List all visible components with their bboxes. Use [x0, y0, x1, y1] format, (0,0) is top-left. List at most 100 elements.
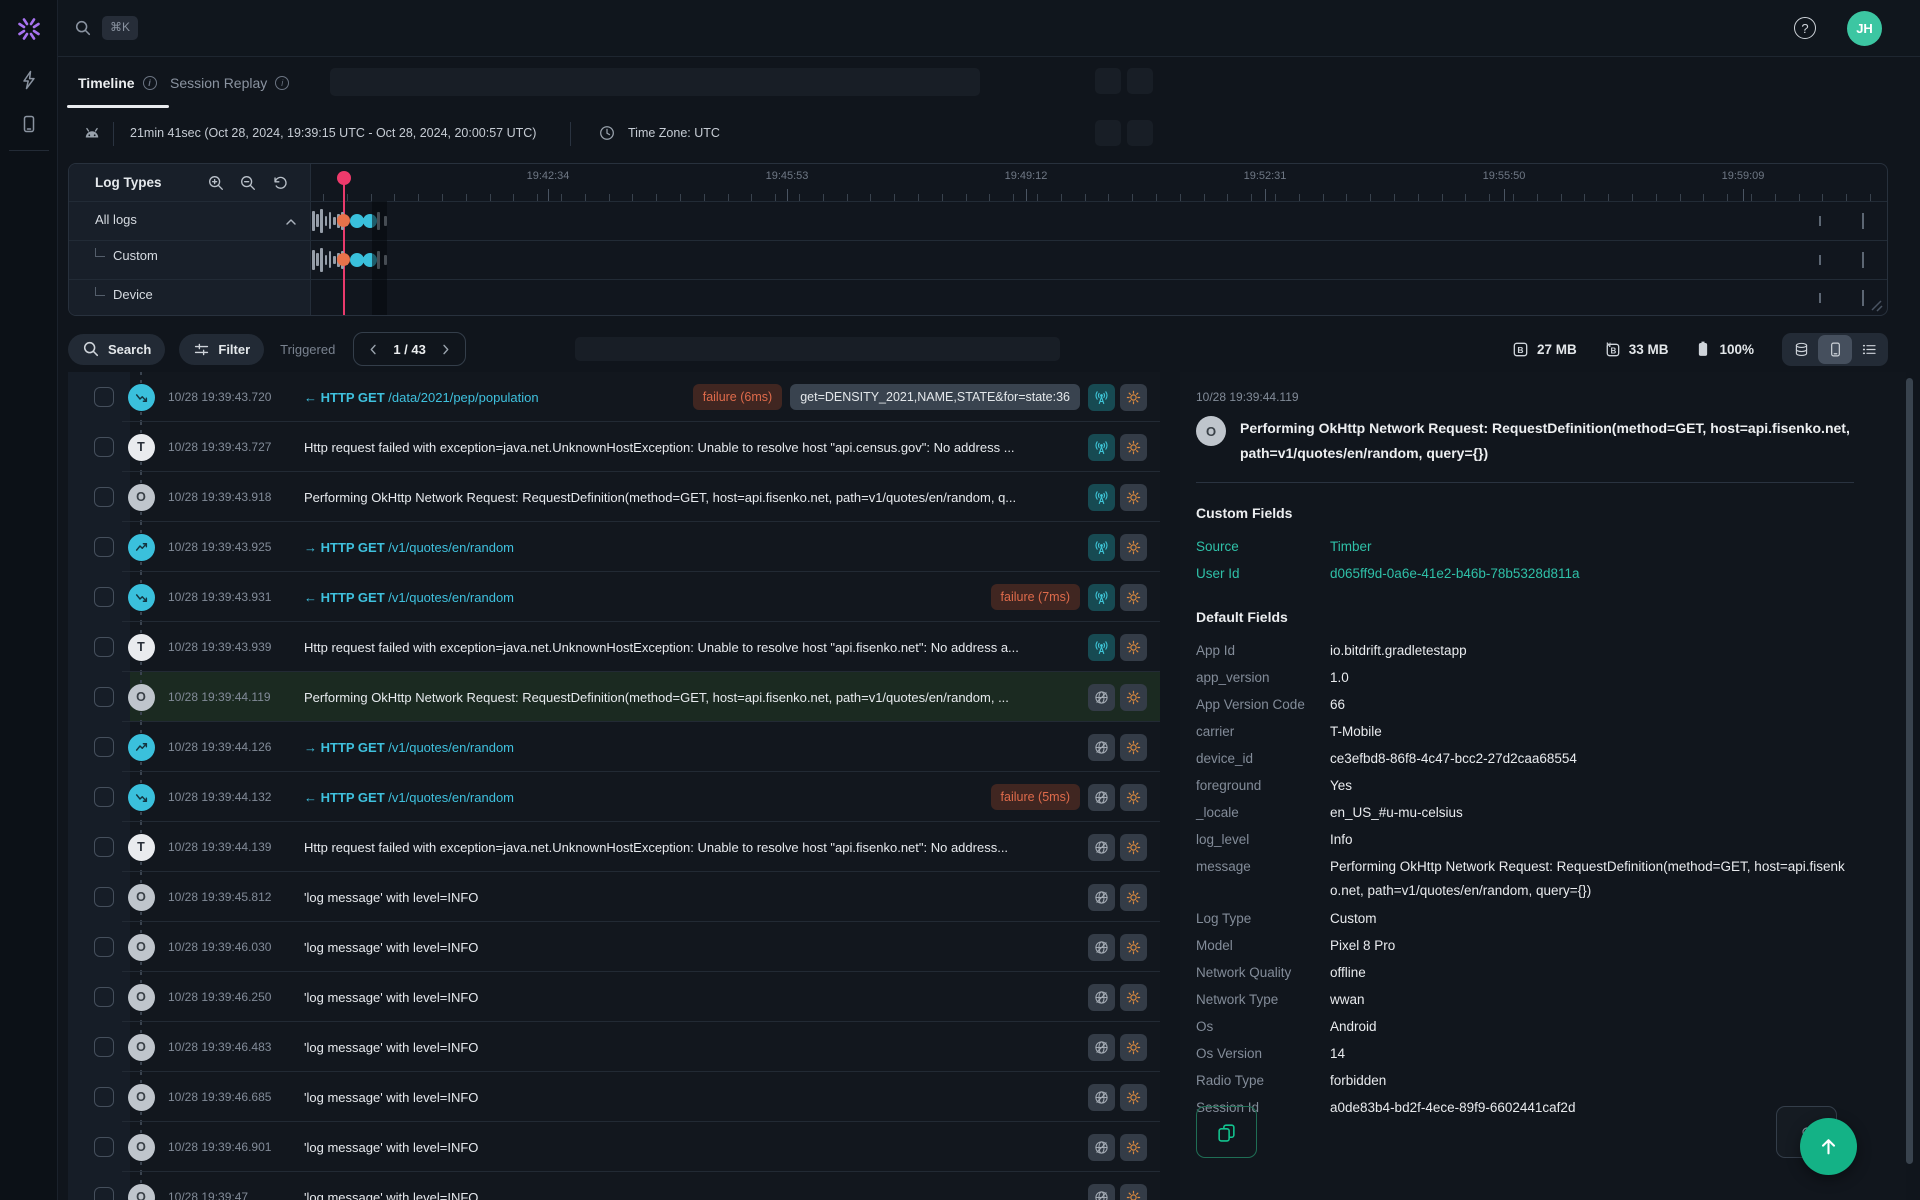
failure-badge[interactable]: failure (6ms) — [692, 384, 783, 410]
radio-tower-icon[interactable] — [1088, 583, 1115, 611]
row-checkbox[interactable] — [94, 887, 114, 907]
device-nav-icon[interactable] — [19, 114, 39, 136]
flash-nav-icon[interactable] — [19, 70, 39, 92]
globe-offline-icon[interactable] — [1088, 833, 1115, 861]
help-icon[interactable]: ? — [1794, 17, 1816, 39]
radio-tower-icon[interactable] — [1088, 483, 1115, 511]
globe-offline-icon[interactable] — [1088, 1083, 1115, 1111]
log-row[interactable]: O 10/28 19:39:46.901 'log message' with … — [68, 1122, 1160, 1172]
log-row[interactable]: O 10/28 19:39:45.812 'log message' with … — [68, 872, 1160, 922]
reset-zoom-icon[interactable] — [271, 174, 289, 192]
brightness-icon[interactable] — [1120, 683, 1147, 711]
brightness-icon[interactable] — [1120, 1033, 1147, 1061]
field-value[interactable]: Yes — [1330, 772, 1378, 799]
brightness-icon[interactable] — [1120, 533, 1147, 561]
field-value[interactable]: Info — [1330, 826, 1379, 853]
zoom-out-icon[interactable] — [239, 174, 257, 192]
globe-offline-icon[interactable] — [1088, 733, 1115, 761]
brightness-icon[interactable] — [1120, 1133, 1147, 1161]
resize-handle-icon[interactable] — [1869, 298, 1883, 312]
brightness-icon[interactable] — [1120, 833, 1147, 861]
avatar[interactable]: JH — [1847, 11, 1882, 46]
playhead-line[interactable] — [343, 178, 345, 315]
log-row[interactable]: T 10/28 19:39:43.939 Http request failed… — [68, 622, 1160, 672]
field-value[interactable]: Pixel 8 Pro — [1330, 932, 1421, 959]
brightness-icon[interactable] — [1120, 883, 1147, 911]
radio-tower-icon[interactable] — [1088, 383, 1115, 411]
field-value[interactable]: 66 — [1330, 691, 1371, 718]
row-checkbox[interactable] — [94, 437, 114, 457]
log-row[interactable]: 10/28 19:39:44.132 ← HTTP GET /v1/quotes… — [68, 772, 1160, 822]
row-checkbox[interactable] — [94, 737, 114, 757]
log-row[interactable]: 10/28 19:39:43.931 ← HTTP GET /v1/quotes… — [68, 572, 1160, 622]
brightness-icon[interactable] — [1120, 483, 1147, 511]
brightness-icon[interactable] — [1120, 583, 1147, 611]
field-value[interactable]: forbidden — [1330, 1067, 1412, 1094]
field-value[interactable]: a0de83b4-bd2f-4ece-89f9-6602441caf2d — [1330, 1094, 1601, 1121]
log-row[interactable]: 10/28 19:39:43.720 ← HTTP GET /data/2021… — [68, 372, 1160, 422]
globe-offline-icon[interactable] — [1088, 783, 1115, 811]
field-value[interactable]: 1.0 — [1330, 664, 1375, 691]
filter-button[interactable]: Filter — [179, 333, 265, 365]
radio-tower-icon[interactable] — [1088, 633, 1115, 661]
next-page-icon[interactable] — [438, 342, 453, 357]
field-value[interactable]: ce3efbd8-86f8-4c47-bcc2-27d2caa68554 — [1330, 745, 1603, 772]
row-checkbox[interactable] — [94, 487, 114, 507]
log-row[interactable]: T 10/28 19:39:44.139 Http request failed… — [68, 822, 1160, 872]
failure-badge[interactable]: failure (5ms) — [990, 784, 1080, 810]
field-value[interactable]: Custom — [1330, 905, 1403, 932]
globe-offline-icon[interactable] — [1088, 1133, 1115, 1161]
log-list[interactable]: 10/28 19:39:43.720 ← HTTP GET /data/2021… — [68, 372, 1160, 1200]
log-row[interactable]: O 10/28 19:39:46.685 'log message' with … — [68, 1072, 1160, 1122]
brightness-icon[interactable] — [1120, 783, 1147, 811]
row-checkbox[interactable] — [94, 587, 114, 607]
field-value[interactable]: Timber — [1330, 533, 1398, 560]
log-row[interactable]: 10/28 19:39:44.126 → HTTP GET /v1/quotes… — [68, 722, 1160, 772]
copy-button[interactable] — [1196, 1106, 1257, 1158]
field-value[interactable]: d065ff9d-0a6e-41e2-b46b-78b5328d811a — [1330, 560, 1605, 587]
row-checkbox[interactable] — [94, 687, 114, 707]
data-view-button[interactable] — [1784, 335, 1818, 364]
row-checkbox[interactable] — [94, 1087, 114, 1107]
brightness-icon[interactable] — [1120, 733, 1147, 761]
row-checkbox[interactable] — [94, 637, 114, 657]
globe-offline-icon[interactable] — [1088, 933, 1115, 961]
bitdrift-logo-icon[interactable] — [15, 15, 43, 43]
globe-offline-icon[interactable] — [1088, 1033, 1115, 1061]
brightness-icon[interactable] — [1120, 633, 1147, 661]
playhead-handle[interactable] — [337, 171, 351, 185]
field-value[interactable]: Android — [1330, 1013, 1403, 1040]
brightness-icon[interactable] — [1120, 933, 1147, 961]
field-value[interactable]: offline — [1330, 959, 1392, 986]
log-row[interactable]: O 10/28 19:39:46.250 'log message' with … — [68, 972, 1160, 1022]
row-checkbox[interactable] — [94, 787, 114, 807]
row-checkbox[interactable] — [94, 837, 114, 857]
log-row[interactable]: O 10/28 19:39:44.119 Performing OkHttp N… — [68, 672, 1160, 722]
globe-offline-icon[interactable] — [1088, 1183, 1115, 1200]
globe-offline-icon[interactable] — [1088, 983, 1115, 1011]
search-button[interactable]: Search — [68, 333, 166, 365]
field-value[interactable]: en_US_#u-mu-celsius — [1330, 799, 1489, 826]
log-row[interactable]: O 10/28 19:39:46.483 'log message' with … — [68, 1022, 1160, 1072]
timeline-row-all-logs[interactable]: All logs — [95, 212, 137, 227]
tab-timeline[interactable]: Timeline i — [67, 57, 169, 108]
row-checkbox[interactable] — [94, 1137, 114, 1157]
field-value[interactable]: T-Mobile — [1330, 718, 1408, 745]
zoom-in-icon[interactable] — [207, 174, 225, 192]
log-row[interactable]: O 10/28 19:39:43.918 Performing OkHttp N… — [68, 472, 1160, 522]
field-value[interactable]: wwan — [1330, 986, 1391, 1013]
globe-offline-icon[interactable] — [1088, 883, 1115, 911]
log-row[interactable]: T 10/28 19:39:43.727 Http request failed… — [68, 422, 1160, 472]
row-checkbox[interactable] — [94, 537, 114, 557]
brightness-icon[interactable] — [1120, 1083, 1147, 1111]
param-badge[interactable]: get=DENSITY_2021,NAME,STATE&for=state:36 — [790, 384, 1080, 410]
row-checkbox[interactable] — [94, 1187, 114, 1200]
search-shortcut-badge[interactable]: ⌘K — [102, 16, 139, 40]
row-checkbox[interactable] — [94, 387, 114, 407]
brightness-icon[interactable] — [1120, 983, 1147, 1011]
globe-offline-icon[interactable] — [1088, 683, 1115, 711]
timeline-row-custom[interactable]: Custom — [95, 248, 158, 263]
row-checkbox[interactable] — [94, 937, 114, 957]
field-value[interactable]: io.bitdrift.gradletestapp — [1330, 637, 1493, 664]
log-row[interactable]: O 10/28 19:39:47 'log message' with leve… — [68, 1172, 1160, 1200]
